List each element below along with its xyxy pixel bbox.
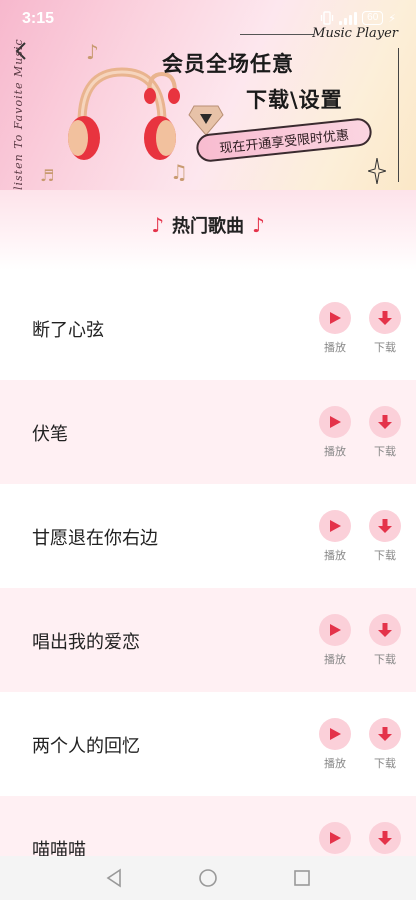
play-button[interactable]: 播放 [315, 614, 355, 667]
download-icon [378, 415, 392, 429]
song-list: 断了心弦 播放 下载 伏笔 播放 下载 甘愿退在你右边 播放 下载 唱出我的爱恋… [0, 276, 416, 900]
play-button[interactable]: 播放 [315, 510, 355, 563]
triangle-back-icon [106, 868, 121, 888]
play-button[interactable]: 播放 [315, 406, 355, 459]
divider-vertical [398, 48, 399, 182]
play-icon [330, 624, 341, 636]
signal-icon [339, 11, 358, 25]
download-icon [378, 519, 392, 533]
play-button[interactable]: 播放 [315, 718, 355, 771]
section-title-text: 热门歌曲 [172, 216, 244, 237]
music-note-icon: ♬ [40, 166, 55, 185]
charging-icon: ⚡ [388, 11, 396, 25]
download-button[interactable]: 下载 [365, 406, 405, 459]
song-title: 两个人的回忆 [32, 736, 140, 757]
battery-level: 60 [367, 12, 379, 23]
play-icon [330, 416, 341, 428]
header-banner[interactable]: 3:15 60 ⚡ listen To Favoite Music Music … [0, 0, 416, 200]
download-label: 下载 [374, 757, 396, 770]
play-label: 播放 [324, 653, 346, 666]
download-button[interactable]: 下载 [365, 510, 405, 563]
download-label: 下载 [374, 445, 396, 458]
play-label: 播放 [324, 445, 346, 458]
music-note-icon: ♫ [170, 160, 188, 184]
song-row[interactable]: 断了心弦 播放 下载 [0, 276, 416, 380]
vibrate-icon [320, 11, 334, 25]
play-icon [330, 728, 341, 740]
song-title: 伏笔 [32, 424, 68, 445]
section-title: ♪ 热门歌曲 ♪ [0, 212, 416, 238]
divider [240, 34, 314, 35]
music-note-icon: ♪ [86, 40, 99, 64]
download-label: 下载 [374, 341, 396, 354]
download-icon [378, 727, 392, 741]
diamond-icon [188, 105, 224, 136]
banner-headline-line2: 下载\设置 [246, 88, 343, 112]
music-note-icon: ♪ [252, 213, 265, 237]
play-label: 播放 [324, 757, 346, 770]
download-button[interactable]: 下载 [365, 718, 405, 771]
music-note-icon: ♪ [151, 213, 164, 237]
nav-home-button[interactable] [197, 867, 219, 889]
square-recent-icon [294, 870, 310, 886]
nav-back-button[interactable] [103, 867, 125, 889]
status-icons: 60 ⚡ [320, 11, 396, 25]
play-button[interactable]: 播放 [315, 302, 355, 355]
download-icon [378, 831, 392, 845]
download-label: 下载 [374, 653, 396, 666]
song-row[interactable]: 两个人的回忆 播放 下载 [0, 692, 416, 796]
download-label: 下载 [374, 549, 396, 562]
song-row[interactable]: 甘愿退在你右边 播放 下载 [0, 484, 416, 588]
download-button[interactable]: 下载 [365, 302, 405, 355]
play-label: 播放 [324, 549, 346, 562]
download-icon [378, 623, 392, 637]
play-icon [330, 832, 341, 844]
song-title: 唱出我的爱恋 [32, 632, 140, 653]
play-icon [330, 520, 341, 532]
banner-headline: 会员全场任意 [162, 52, 294, 76]
side-tagline: listen To Favoite Music [12, 38, 25, 190]
brand-name: Music Player [312, 26, 398, 41]
nav-recent-button[interactable] [291, 867, 313, 889]
battery-icon: 60 [362, 11, 384, 25]
song-row[interactable]: 伏笔 播放 下载 [0, 380, 416, 484]
promo-label: 现在开通享受限时优惠 [218, 127, 350, 157]
song-title: 甘愿退在你右边 [32, 528, 158, 549]
status-time: 3:15 [22, 10, 55, 27]
download-icon [378, 311, 392, 325]
play-icon [330, 312, 341, 324]
song-title: 断了心弦 [32, 320, 104, 341]
download-button[interactable]: 下载 [365, 614, 405, 667]
song-row[interactable]: 唱出我的爱恋 播放 下载 [0, 588, 416, 692]
system-nav-bar [0, 856, 416, 900]
play-label: 播放 [324, 341, 346, 354]
circle-home-icon [199, 869, 217, 887]
sparkle-icon [368, 158, 386, 184]
